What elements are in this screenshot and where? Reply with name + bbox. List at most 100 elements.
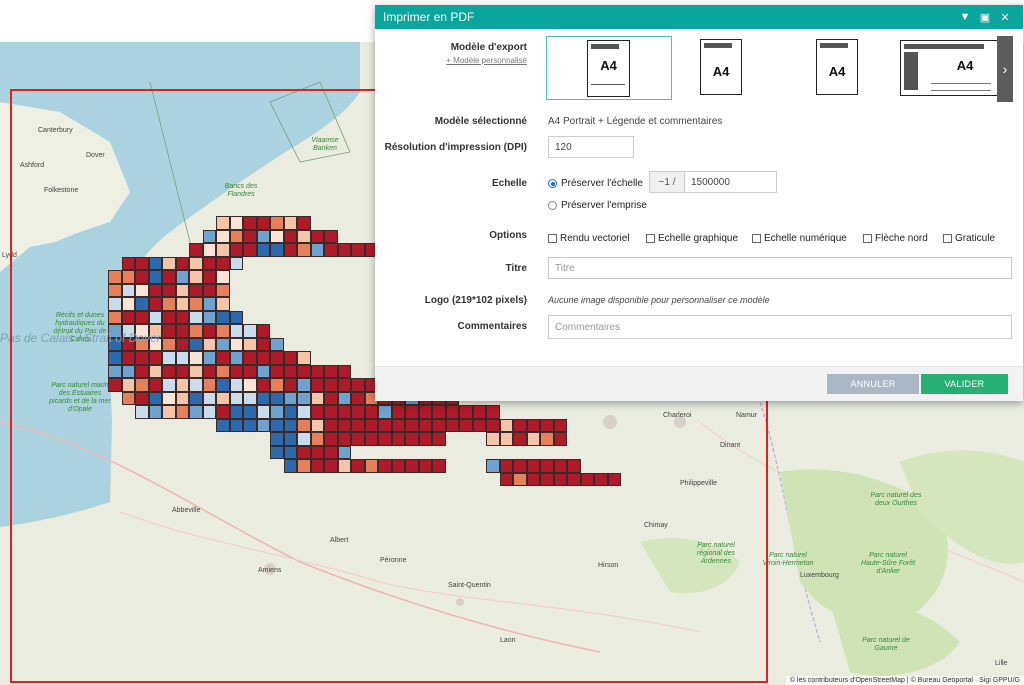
grid-cell xyxy=(189,283,203,297)
grid-cell xyxy=(216,405,230,419)
park-label: Parc naturel marin des Estuaires picards… xyxy=(49,382,111,413)
grid-cell xyxy=(337,418,351,432)
option-graticule[interactable]: Graticule xyxy=(943,233,995,244)
place-label: Dinant xyxy=(720,442,741,449)
grid-cell xyxy=(283,391,297,405)
grid-cell xyxy=(270,391,284,405)
grid-cell xyxy=(189,297,203,311)
grid-cell xyxy=(351,418,365,432)
grid-cell xyxy=(243,243,257,257)
grid-cell xyxy=(337,459,351,473)
grid-cell xyxy=(216,283,230,297)
template-a4-portrait[interactable]: A4 xyxy=(672,36,798,100)
grid-cell xyxy=(283,445,297,459)
grid-cell xyxy=(108,270,122,284)
grid-cell xyxy=(256,229,270,243)
grid-cell xyxy=(175,270,189,284)
title-input[interactable]: Titre xyxy=(548,257,1012,279)
grid-cell xyxy=(297,418,311,432)
scale-input[interactable]: 1500000 xyxy=(684,171,777,193)
place-label: Philippeville xyxy=(680,480,717,487)
grid-cell xyxy=(310,391,324,405)
title-label: Titre xyxy=(505,263,528,274)
grid-cell xyxy=(391,432,405,446)
cancel-button[interactable]: ANNULER xyxy=(827,374,919,394)
grid-cell xyxy=(405,405,419,419)
comments-input[interactable]: Commentaires xyxy=(548,315,1012,339)
grid-cell xyxy=(337,378,351,392)
grid-cell xyxy=(418,418,432,432)
grid-cell xyxy=(486,459,500,473)
grid-cell xyxy=(175,364,189,378)
grid-cell xyxy=(270,243,284,257)
resolution-input[interactable]: 120 xyxy=(548,136,634,158)
grid-cell xyxy=(310,418,324,432)
grid-cell xyxy=(189,364,203,378)
grid-cell xyxy=(378,432,392,446)
option-graphic-scale[interactable]: Echelle graphique xyxy=(646,233,738,244)
grid-cell xyxy=(391,405,405,419)
template-a4-landscape[interactable]: A4 xyxy=(900,36,1000,100)
grid-cell xyxy=(513,472,527,486)
grid-cell xyxy=(324,405,338,419)
option-vector-render[interactable]: Rendu vectoriel xyxy=(548,233,629,244)
preserve-extent-radio[interactable]: Préserver l'emprise xyxy=(548,200,647,211)
grid-cell xyxy=(121,297,135,311)
grid-cell xyxy=(189,243,203,257)
chevron-down-icon[interactable]: ▼ xyxy=(955,11,975,23)
grid-cell xyxy=(148,364,162,378)
restore-window-icon[interactable]: ▣ xyxy=(975,11,995,24)
grid-cell xyxy=(324,445,338,459)
grid-cell xyxy=(243,405,257,419)
grid-cell xyxy=(553,418,567,432)
checkbox-icon xyxy=(548,234,557,243)
grid-cell xyxy=(189,391,203,405)
grid-cell xyxy=(270,364,284,378)
template-a4-portrait-legend[interactable]: A4 xyxy=(546,36,672,100)
grid-cell xyxy=(324,459,338,473)
option-numeric-scale[interactable]: Echelle numérique xyxy=(752,233,847,244)
place-label: Luxembourg xyxy=(800,572,839,579)
close-icon[interactable]: ✕ xyxy=(995,11,1015,24)
grid-cell xyxy=(283,418,297,432)
chevron-right-icon[interactable]: › xyxy=(997,36,1013,102)
grid-cell xyxy=(351,432,365,446)
custom-model-link[interactable]: + Modèle personnalisé xyxy=(375,56,527,65)
grid-cell xyxy=(229,351,243,365)
grid-cell xyxy=(270,337,284,351)
preserve-scale-radio[interactable]: Préserver l'échelle xyxy=(548,178,643,189)
grid-cell xyxy=(337,405,351,419)
grid-cell xyxy=(270,216,284,230)
a4-page-icon: A4 xyxy=(587,40,630,97)
grid-cell xyxy=(175,283,189,297)
place-label: Namur xyxy=(736,412,758,419)
preserve-scale-label: Préserver l'échelle xyxy=(561,178,643,189)
grid-cell xyxy=(135,283,149,297)
grid-cell xyxy=(202,391,216,405)
grid-cell xyxy=(283,405,297,419)
place-label: Charleroi xyxy=(663,412,692,419)
grid-cell xyxy=(378,418,392,432)
grid-cell xyxy=(216,364,230,378)
grid-cell xyxy=(189,310,203,324)
grid-cell xyxy=(540,459,554,473)
park-label: Vlaamse Banken xyxy=(311,137,339,152)
preserve-extent-label: Préserver l'emprise xyxy=(561,200,647,211)
grid-cell xyxy=(418,432,432,446)
validate-button[interactable]: VALIDER xyxy=(921,374,1008,394)
grid-cell xyxy=(553,472,567,486)
grid-cell xyxy=(364,432,378,446)
grid-cell xyxy=(243,391,257,405)
grid-cell xyxy=(256,337,270,351)
grid-cell xyxy=(229,216,243,230)
grid-cell xyxy=(108,310,122,324)
grid-cell xyxy=(297,391,311,405)
option-north-arrow[interactable]: Flèche nord xyxy=(863,233,928,244)
grid-cell xyxy=(121,378,135,392)
grid-cell xyxy=(297,405,311,419)
grid-cell xyxy=(513,418,527,432)
grid-cell xyxy=(351,405,365,419)
grid-cell xyxy=(148,256,162,270)
place-label: Lille xyxy=(995,660,1008,667)
grid-cell xyxy=(553,459,567,473)
